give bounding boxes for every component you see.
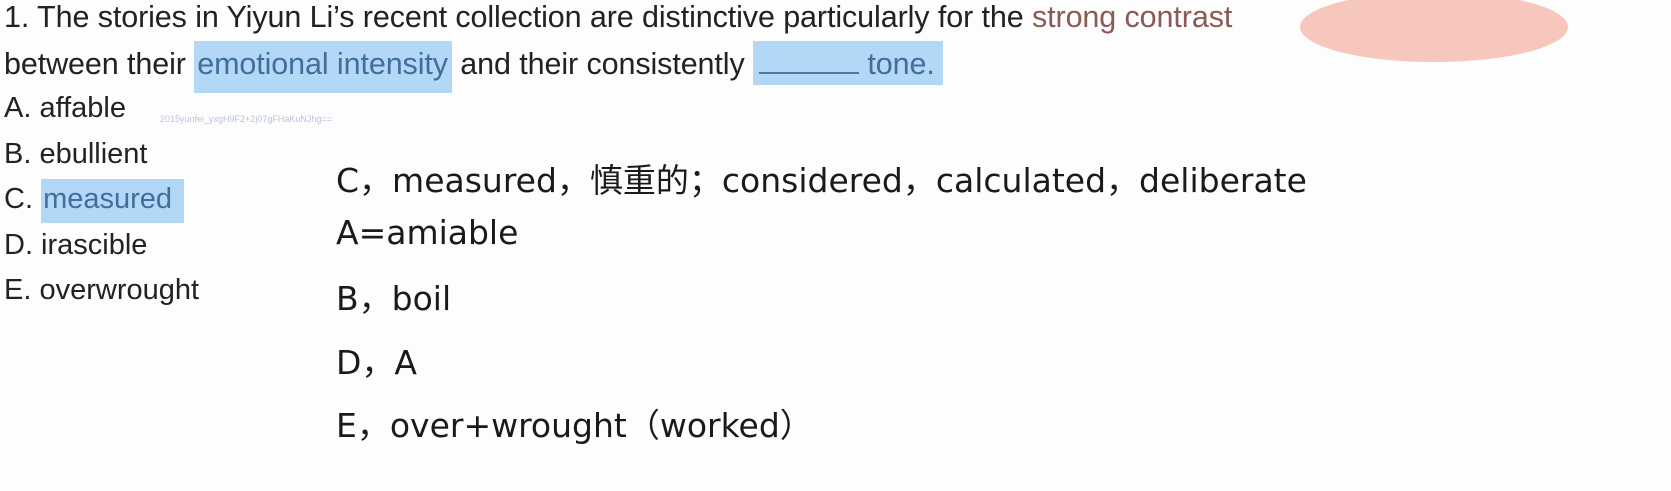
option-c: C. measured [4, 179, 185, 223]
note-a: A=amiable [336, 213, 519, 252]
highlight-measured: measured [41, 179, 185, 223]
question-text: between their [4, 47, 195, 81]
highlight-strong-contrast: strong contrast [1031, 0, 1233, 34]
question-text: and their consistently [451, 47, 753, 81]
option-c-letter: C. [4, 183, 42, 215]
question-line-1: 1. The stories in Yiyun Li’s recent coll… [4, 0, 1232, 35]
question-line-2: between their emotional intensity and th… [4, 41, 943, 93]
note-d: D，A [336, 343, 417, 382]
option-e: E. overwrought [4, 274, 200, 306]
watermark: 2015yunfei_yxgH9F2+2j07gFHaKuNJhg== [160, 114, 332, 124]
option-b: B. ebullient [4, 138, 148, 170]
note-e: E，over+wrought（worked） [336, 406, 813, 445]
option-d: D. irascible [4, 229, 148, 261]
strong-contrast-circle-annotation [1300, 0, 1568, 62]
highlight-blank-tone: tone. [753, 41, 943, 85]
note-c: C，measured，慎重的；considered，calculated，del… [336, 161, 1307, 200]
tone-word: tone. [867, 47, 935, 81]
note-b: B，boil [336, 279, 452, 318]
question-text: 1. The stories in Yiyun Li’s recent coll… [4, 0, 1032, 34]
answer-blank [759, 50, 859, 74]
option-a: A. affable [4, 92, 127, 124]
highlight-emotional-intensity: emotional intensity [194, 41, 452, 93]
